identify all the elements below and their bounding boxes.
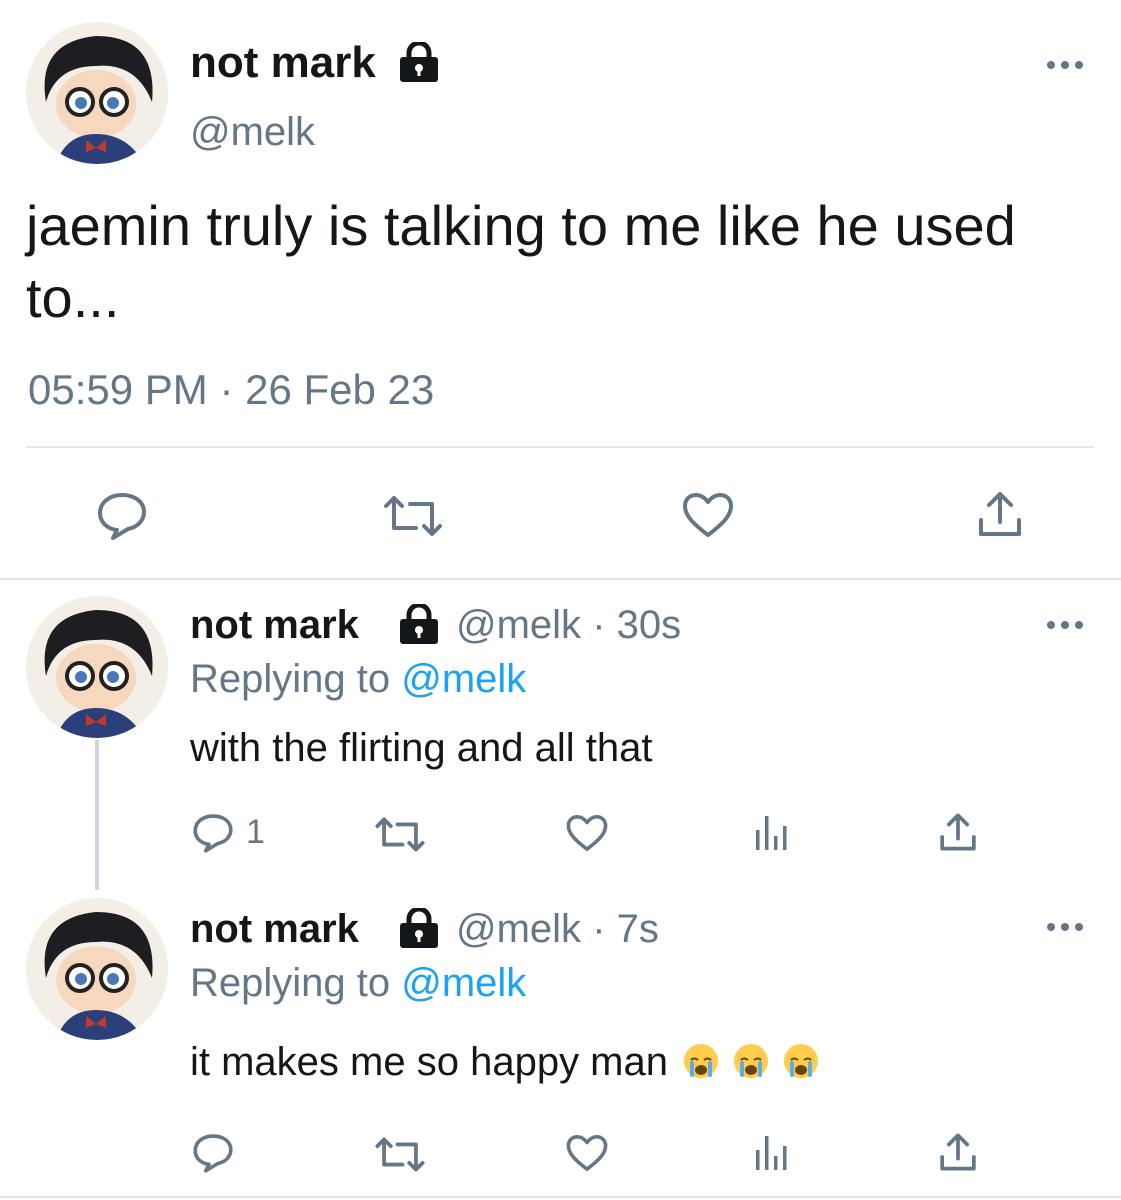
reply-text: with the flirting and all that [190,726,653,770]
more-dots-icon[interactable] [1046,920,1084,934]
handle[interactable]: @melk [456,907,581,951]
divider [26,446,1094,448]
replying-to-link[interactable]: @melk [401,657,526,701]
like-icon[interactable] [566,1134,608,1172]
avatar[interactable] [26,596,168,738]
replying-to-link[interactable]: @melk [401,961,526,1005]
thread-line [95,740,99,890]
age: · 30s [592,603,682,647]
tweet-text: jaemin truly is talking to me like he us… [26,194,1016,329]
reply-icon[interactable] [192,812,234,854]
replying-label: Replying to [190,657,391,701]
reply-count: 1 [246,813,265,851]
like-icon[interactable] [566,814,608,852]
analytics-icon[interactable] [754,1134,790,1172]
loudly-crying-face-icon [784,1044,818,1078]
avatar[interactable] [26,898,168,1040]
lock-icon [398,908,440,948]
display-name[interactable]: not mark [190,906,359,952]
retweet-icon[interactable] [374,816,426,853]
analytics-icon[interactable] [754,814,790,852]
share-icon[interactable] [938,1132,978,1172]
lock-icon [398,42,440,82]
reply-icon[interactable] [192,1132,234,1174]
retweet-icon[interactable] [374,1136,426,1173]
reply-icon[interactable] [96,490,148,542]
like-icon[interactable] [682,492,734,538]
replying-label: Replying to [190,961,391,1005]
loudly-crying-face-icon [684,1044,718,1078]
share-icon[interactable] [976,490,1024,538]
more-dots-icon[interactable] [1046,58,1084,72]
reply-text: it makes me so happy man [190,1040,668,1084]
handle[interactable]: @melk [190,108,315,156]
replying-to: Replying to @melk [190,656,526,702]
more-dots-icon[interactable] [1046,618,1084,632]
replying-to: Replying to @melk [190,960,526,1006]
lock-icon [398,604,440,644]
age: · 7s [592,907,659,951]
display-name[interactable]: not mark [190,38,376,88]
divider [0,1196,1121,1198]
avatar[interactable] [26,22,168,164]
divider [0,578,1121,580]
share-icon[interactable] [938,812,978,852]
handle[interactable]: @melk [456,603,581,647]
timestamp: 05:59 PM · 26 Feb 23 [28,366,435,413]
retweet-icon[interactable] [382,494,444,538]
handle-and-age: @melk · 7s [456,906,659,952]
handle-and-age: @melk · 30s [456,602,681,648]
display-name[interactable]: not mark [190,602,359,648]
loudly-crying-face-icon [734,1044,768,1078]
reply-text-row: it makes me so happy man [190,1038,818,1086]
